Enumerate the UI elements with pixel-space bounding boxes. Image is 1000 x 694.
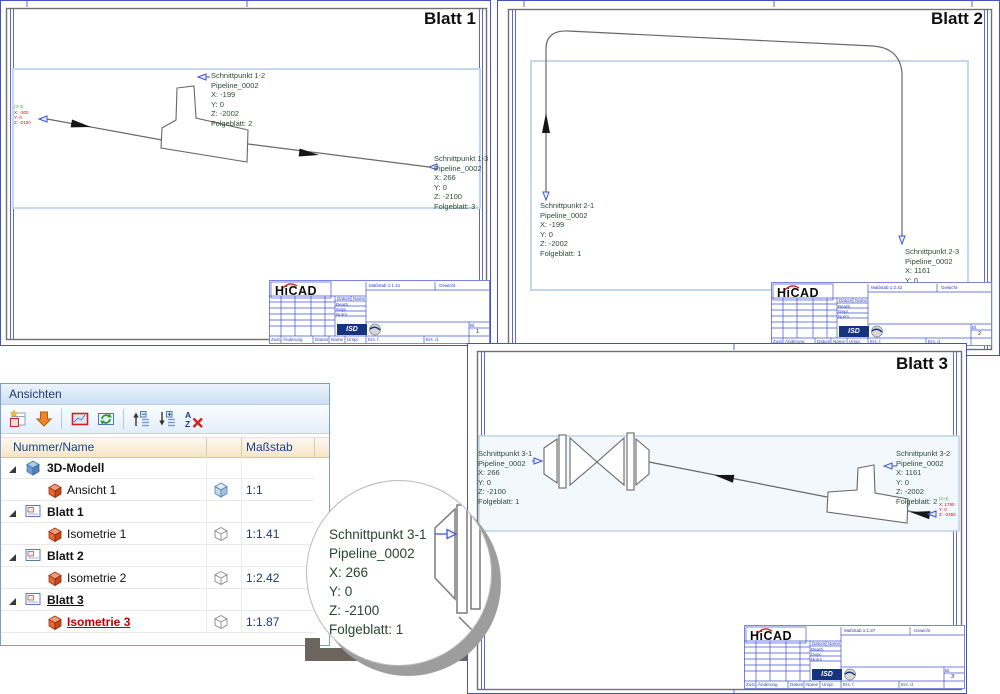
isd-logo: ISD	[839, 326, 869, 337]
column-header-scale[interactable]: Maßstab	[246, 440, 293, 454]
panel-title: Ansichten	[9, 387, 62, 401]
sheet-title: Blatt 1	[424, 9, 476, 28]
sort-ascending-icon[interactable]	[130, 408, 153, 431]
flow-arrow	[298, 148, 319, 157]
magnifier-callout: Schnittpunkt 3-1 Pipeline_0002 X: 266 Y:…	[306, 480, 492, 666]
table-row-ansicht-1[interactable]: Ansicht 1 1:1	[1, 479, 314, 501]
wireframe-cube-icon	[214, 570, 228, 586]
expander-icon[interactable]	[7, 464, 17, 474]
view-icon	[48, 483, 62, 498]
annotation-schnittpunkt-2-1: Schnittpunkt 2-1 Pipeline_0002 X: -199 Y…	[540, 201, 595, 258]
connector-coords: X: 1790 Y: 0 Z: -2455	[939, 502, 956, 518]
table-row-3d-modell[interactable]: 3D-Modell	[1, 457, 314, 479]
views-table: 3D-Modell Ansicht 1 1:1 Blatt 1 Isometri…	[1, 457, 329, 633]
screen-capture-icon[interactable]	[68, 408, 91, 431]
sheet-window-blatt-3[interactable]: Blatt 3 Schnittpunkt 3-1 Pipeline_0002 X…	[467, 343, 967, 694]
magnifier-annotation: Schnittpunkt 3-1 Pipeline_0002 X: 266 Y:…	[329, 527, 427, 637]
view-icon	[48, 571, 62, 586]
sort-descending-icon[interactable]	[156, 408, 179, 431]
toolbar-separator	[123, 409, 124, 429]
expander-icon[interactable]	[7, 552, 17, 562]
flange-cone	[434, 507, 456, 601]
svg-text:Z: Z	[185, 419, 190, 429]
panel-toolbar: A Z	[1, 405, 329, 434]
title-block: HiCAD Maßstab 1:1.87 Gewicht Datum Name …	[744, 625, 965, 689]
massstab-field: Maßstab 1:1.87	[844, 628, 876, 633]
sheet-window-blatt-1[interactable]: Blatt 1 Schnittpunkt 1-2 Pipeline_0002 X…	[0, 0, 491, 346]
massstab-field: Maßstab 1:2.42	[871, 285, 903, 290]
expander-icon[interactable]	[7, 508, 17, 518]
connection-arrow	[196, 73, 207, 81]
flow-arrow	[542, 113, 550, 133]
title-block: HiCAD Maßstab 1:1.41 Gewicht Datum Name …	[269, 280, 490, 344]
connection-arrow	[37, 115, 48, 123]
isd-logo: ISD	[812, 669, 842, 680]
column-header-name[interactable]: Nummer/Name	[13, 440, 94, 454]
3d-model-icon	[26, 460, 40, 476]
toolbar-separator	[61, 409, 62, 429]
ansichten-panel: Ansichten A Z Nummer/Name Maßstab 3D-Mod…	[0, 383, 330, 646]
annotation-schnittpunkt-1-2: Schnittpunkt 1-2 Pipeline_0002 X: -199 Y…	[211, 71, 266, 128]
table-row-isometrie-3[interactable]: Isometrie 3 1:1.87	[1, 611, 314, 633]
scale-value: 1:1.41	[246, 527, 280, 541]
scale-value: 1:1	[246, 483, 263, 497]
flange-plate	[558, 434, 567, 489]
connector-coords: X: -300 Y: 0 Z: -2100	[14, 110, 31, 126]
sheet-title: Blatt 2	[931, 9, 983, 28]
connector-label: (2-4)	[939, 496, 949, 501]
table-row-blatt-3[interactable]: Blatt 3	[1, 589, 314, 611]
sheet-number: 3	[951, 674, 955, 680]
annotation-schnittpunkt-3-1: Schnittpunkt 3-1 Pipeline_0002 X: 266 Y:…	[478, 449, 533, 506]
view-icon	[48, 527, 62, 542]
sheet-icon	[25, 505, 41, 517]
table-row-isometrie-1[interactable]: Isometrie 1 1:1.41	[1, 523, 314, 545]
flange-plate	[626, 432, 635, 491]
sheet-number: 1	[476, 329, 480, 335]
massstab-field: Maßstab 1:1.41	[369, 283, 401, 288]
annotation-schnittpunkt-1-3: Schnittpunkt 1-3 Pipeline_0002 X: 266 Y:…	[434, 154, 489, 211]
connection-arrow	[542, 191, 550, 202]
panel-titlebar[interactable]: Ansichten	[1, 384, 329, 405]
flow-arrow	[70, 119, 91, 128]
wireframe-cube-icon	[214, 614, 228, 630]
table-header: Nummer/Name Maßstab	[1, 437, 329, 458]
hicad-logo-swoosh	[784, 285, 800, 291]
table-row-blatt-1[interactable]: Blatt 1	[1, 501, 314, 523]
sheet-window-blatt-2[interactable]: Blatt 2 Schnittpunkt 2-1 Pipeline_0002 X…	[497, 0, 1000, 356]
scale-value: 1:1.87	[246, 615, 280, 629]
flange-plate	[470, 510, 481, 610]
sheet-title: Blatt 3	[896, 354, 948, 373]
sheet-number: 2	[978, 331, 982, 337]
sheet-icon	[25, 549, 41, 561]
hicad-logo-swoosh	[757, 628, 773, 634]
connector-label: (3-4)	[14, 104, 24, 109]
hicad-workspace: Blatt 1 Schnittpunkt 1-2 Pipeline_0002 X…	[0, 0, 1000, 694]
wireframe-cube-icon	[214, 526, 228, 542]
table-row-isometrie-2[interactable]: Isometrie 2 1:2.42	[1, 567, 314, 589]
new-view-icon[interactable]	[6, 408, 29, 431]
connection-arrow	[898, 235, 906, 246]
isd-logo: ISD	[337, 324, 367, 335]
arrow-down-icon[interactable]	[32, 408, 55, 431]
scale-value: 1:2.42	[246, 571, 280, 585]
active-view-name: Isometrie 3	[67, 615, 131, 629]
hicad-logo-swoosh	[282, 283, 298, 289]
shaded-cube-icon	[214, 482, 228, 498]
remove-sort-icon[interactable]: A Z	[182, 408, 205, 431]
title-block: HiCAD Maßstab 1:2.42 Gewicht Datum Name …	[771, 282, 992, 346]
flange-plate	[456, 504, 468, 614]
refresh-views-icon[interactable]	[94, 408, 117, 431]
expander-icon[interactable]	[7, 596, 17, 606]
sheet-icon	[25, 593, 41, 605]
view-icon	[48, 615, 62, 630]
table-row-blatt-2[interactable]: Blatt 2	[1, 545, 314, 567]
